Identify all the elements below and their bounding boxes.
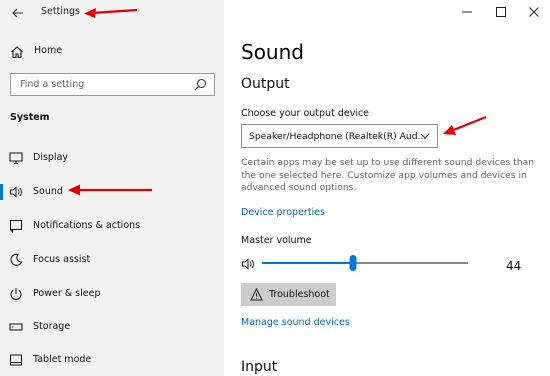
sidebar-item-power-sleep[interactable]: Power & sleep <box>0 282 224 306</box>
output-device-label: Choose your output device <box>241 108 370 119</box>
back-arrow-icon <box>12 8 23 18</box>
sidebar-item-label: Display <box>33 152 69 163</box>
search-placeholder: Find a setting <box>20 79 85 90</box>
sidebar-item-label: Notifications & actions <box>33 220 141 231</box>
close-icon <box>529 7 539 17</box>
page-title: Sound <box>241 40 304 64</box>
speaker-icon[interactable] <box>241 257 257 271</box>
chevron-down-icon <box>420 133 430 139</box>
sidebar-item-label: Focus assist <box>33 254 91 265</box>
moon-icon <box>10 253 23 266</box>
section-header-system: System <box>10 112 50 123</box>
home-nav-item[interactable]: Home <box>0 40 224 64</box>
sidebar-item-sound[interactable]: Sound <box>0 180 224 204</box>
manage-sound-devices-link[interactable]: Manage sound devices <box>241 317 350 328</box>
sidebar-item-label: Sound <box>33 186 63 197</box>
title-bar: Settings <box>0 0 224 26</box>
sidebar-item-display[interactable]: Display <box>0 146 224 170</box>
minimize-button[interactable] <box>458 4 476 20</box>
sidebar-item-label: Power & sleep <box>33 288 101 299</box>
troubleshoot-button[interactable]: Troubleshoot <box>241 283 336 306</box>
storage-icon <box>9 323 23 331</box>
output-device-value: Speaker/Headphone (Realtek(R) Aud... <box>249 131 427 142</box>
device-properties-link[interactable]: Device properties <box>241 207 325 218</box>
close-button[interactable] <box>525 4 543 20</box>
sidebar-item-storage[interactable]: Storage <box>0 315 224 339</box>
sidebar-item-focus-assist[interactable]: Focus assist <box>0 248 224 272</box>
sidebar-item-notifications[interactable]: Notifications & actions <box>0 214 224 238</box>
troubleshoot-label: Troubleshoot <box>269 289 330 300</box>
volume-value: 44 <box>506 259 522 273</box>
sidebar-item-tablet-mode[interactable]: Tablet mode <box>0 348 224 372</box>
output-device-dropdown[interactable]: Speaker/Headphone (Realtek(R) Aud... <box>241 124 438 148</box>
sidebar-item-label: Storage <box>33 321 71 332</box>
search-input[interactable]: Find a setting <box>10 73 215 96</box>
display-icon <box>9 152 23 165</box>
search-icon <box>194 78 207 91</box>
back-button[interactable] <box>8 4 28 22</box>
tablet-icon <box>9 354 23 366</box>
warning-icon <box>250 288 263 301</box>
minimize-icon <box>462 11 472 13</box>
home-label: Home <box>34 45 63 56</box>
home-icon <box>11 46 23 59</box>
content-pane: Sound Output Choose your output device S… <box>224 0 550 376</box>
power-icon <box>10 288 22 300</box>
maximize-button[interactable] <box>492 4 510 20</box>
slider-fill <box>262 262 353 264</box>
master-volume-label: Master volume <box>241 235 312 246</box>
input-heading: Input <box>241 359 278 375</box>
slider-thumb[interactable] <box>349 255 357 271</box>
notifications-icon <box>9 219 23 233</box>
output-description: Certain apps may be set up to use differ… <box>241 157 535 194</box>
navigation-pane: Settings Home Find a setting System Disp… <box>0 0 224 376</box>
speaker-icon <box>9 186 22 198</box>
app-title: Settings <box>41 6 80 17</box>
master-volume-slider[interactable] <box>262 254 468 272</box>
selected-indicator <box>0 184 3 200</box>
output-heading: Output <box>241 76 290 92</box>
sidebar-item-label: Tablet mode <box>33 354 92 365</box>
maximize-icon <box>496 7 506 17</box>
